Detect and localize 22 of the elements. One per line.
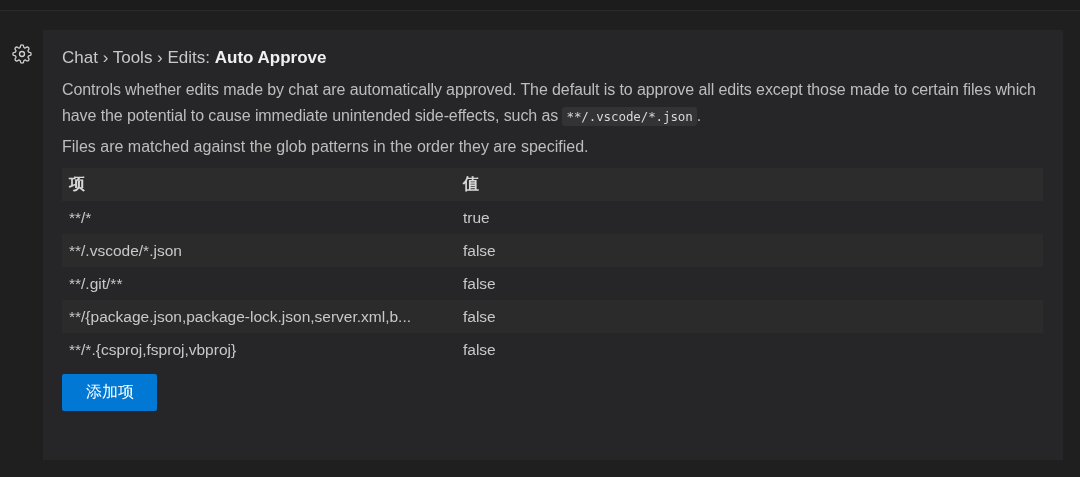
table-cell-text: false [462,241,497,260]
table-row[interactable]: **/*.{csproj,fsproj,vbproj} false [62,333,1043,366]
table-cell-text: **/.vscode/*.json [68,241,183,260]
table-row[interactable]: **/* true [62,201,1043,234]
table-row[interactable]: **/{package.json,package-lock.json,server.xml,b... false [62,300,1043,333]
settings-icon[interactable] [11,44,32,64]
table-cell-text: **/{package.json,package-lock.json,server.xml,b... [68,307,413,326]
add-item-button[interactable]: 添加项 [62,374,157,411]
table-cell-text: **/.git/** [68,274,124,293]
table-row[interactable]: **/.vscode/*.json false [62,234,1043,267]
table-cell-text: true [462,208,491,227]
table-cell-text: **/*.{csproj,fsproj,vbproj} [68,340,238,359]
column-header: 值 [461,174,480,194]
table-cell-text: false [462,274,497,293]
setting-note: Files are matched against the glob patterns in the order they are specified. [62,138,590,156]
column-header: 项 [67,174,86,194]
table-cell-text: **/* [68,208,93,227]
setting-description: Controls whether edits made by chat are automatically approved. The default is to approve all edits except those made to certain files which have the potential to cause immediate unintended side-effects, such as **/.vscode/*.json . [62,80,1037,128]
table-cell-text: false [462,340,497,359]
table-row[interactable]: **/.git/** false [62,267,1043,300]
setting-title: Chat › Tools › Edits: Auto Approve [62,48,328,68]
table-cell-text: false [462,307,497,326]
